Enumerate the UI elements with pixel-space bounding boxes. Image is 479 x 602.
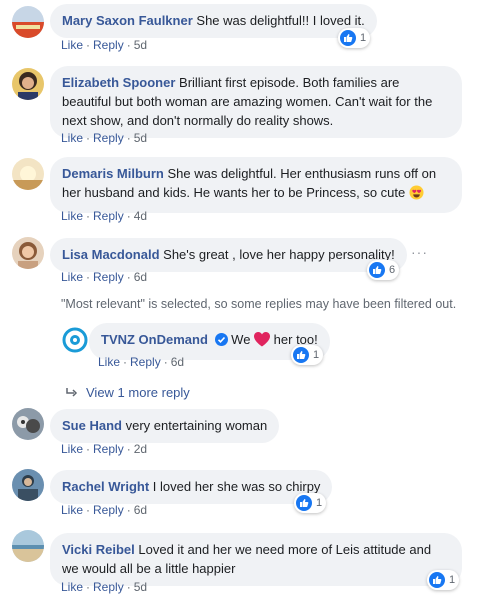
timestamp[interactable]: 5d xyxy=(134,131,147,145)
thumbs-up-icon xyxy=(293,347,309,363)
avatar[interactable] xyxy=(12,6,44,38)
verified-badge-icon xyxy=(214,333,228,346)
comment-actions: Like · Reply · 4d xyxy=(61,209,148,223)
reaction-count-number: 1 xyxy=(449,574,456,586)
reply-text-start: We xyxy=(231,332,251,347)
avatar[interactable] xyxy=(12,68,44,100)
comment-text: She's great , love her happy personality… xyxy=(163,247,395,262)
avatar[interactable] xyxy=(12,530,44,562)
like-link[interactable]: Like xyxy=(61,442,83,456)
timestamp[interactable]: 6d xyxy=(171,355,184,369)
avatar[interactable] xyxy=(12,408,44,440)
comment-actions: Like · Reply · 5d xyxy=(61,131,148,145)
comment-actions: Like · Reply · 5d xyxy=(61,38,148,52)
like-link[interactable]: Like xyxy=(61,209,83,223)
timestamp[interactable]: 6d xyxy=(134,503,147,517)
comment-bubble: Elizabeth Spooner Brilliant first episod… xyxy=(50,66,462,138)
reply-link[interactable]: Reply xyxy=(93,131,124,145)
commenter-name[interactable]: Mary Saxon Faulkner xyxy=(62,13,193,28)
like-link[interactable]: Like xyxy=(98,355,120,369)
comment-actions: Like · Reply · 5d xyxy=(61,580,148,594)
commenter-name[interactable]: TVNZ OnDemand xyxy=(101,332,208,347)
reaction-count[interactable]: 6 xyxy=(367,260,400,280)
reply-arrow-icon xyxy=(66,386,78,401)
comment-bubble: Vicki Reibel Loved it and her we need mo… xyxy=(50,533,462,586)
commenter-name[interactable]: Lisa Macdonald xyxy=(62,247,160,262)
reaction-count[interactable]: 1 xyxy=(291,345,324,365)
comment-text: I loved her she was so chirpy xyxy=(152,479,321,494)
avatar[interactable] xyxy=(12,158,44,190)
timestamp[interactable]: 5d xyxy=(134,38,147,52)
comment-bubble: Lisa Macdonald She's great , love her ha… xyxy=(50,238,407,272)
like-link[interactable]: Like xyxy=(61,38,83,52)
reply-link[interactable]: Reply xyxy=(130,355,161,369)
reaction-count-number: 1 xyxy=(316,497,323,509)
reply-link[interactable]: Reply xyxy=(93,209,124,223)
more-options-button[interactable]: ··· xyxy=(411,244,428,260)
like-link[interactable]: Like xyxy=(61,503,83,517)
heart-eyes-emoji xyxy=(409,185,424,205)
reaction-count[interactable]: 1 xyxy=(338,28,371,48)
reply-link[interactable]: Reply xyxy=(93,442,124,456)
commenter-name[interactable]: Rachel Wright xyxy=(62,479,149,494)
reaction-count-number: 1 xyxy=(360,32,367,44)
thumbs-up-icon xyxy=(340,30,356,46)
thumbs-up-icon xyxy=(429,572,445,588)
reaction-count-number: 1 xyxy=(313,349,320,361)
avatar[interactable] xyxy=(12,237,44,269)
reaction-count[interactable]: 1 xyxy=(427,570,460,590)
timestamp[interactable]: 2d xyxy=(134,442,147,456)
comment-actions: Like · Reply · 6d xyxy=(61,270,148,284)
commenter-name[interactable]: Elizabeth Spooner xyxy=(62,75,175,90)
comment-bubble: Mary Saxon Faulkner She was delightful!!… xyxy=(50,4,377,38)
red-heart-emoji xyxy=(254,332,271,352)
timestamp[interactable]: 6d xyxy=(134,270,147,284)
like-link[interactable]: Like xyxy=(61,131,83,145)
comment-bubble: Sue Hand very entertaining woman xyxy=(50,409,280,443)
reply-link[interactable]: Reply xyxy=(93,38,124,52)
timestamp[interactable]: 4d xyxy=(134,209,147,223)
like-link[interactable]: Like xyxy=(61,580,83,594)
comment-actions: Like · Reply · 2d xyxy=(61,442,148,456)
reply-link[interactable]: Reply xyxy=(93,270,124,284)
view-more-replies-link[interactable]: View 1 more reply xyxy=(66,385,190,401)
commenter-name[interactable]: Vicki Reibel xyxy=(62,542,135,557)
commenter-name[interactable]: Demaris Milburn xyxy=(62,166,164,181)
commenter-name[interactable]: Sue Hand xyxy=(62,418,122,433)
avatar[interactable] xyxy=(62,327,88,353)
comment-text: very entertaining woman xyxy=(125,418,268,433)
reaction-count-number: 6 xyxy=(389,264,396,276)
timestamp[interactable]: 5d xyxy=(134,580,147,594)
view-more-replies-label: View 1 more reply xyxy=(86,385,190,400)
thumbs-up-icon xyxy=(369,262,385,278)
comment-text: She was delightful!! I loved it. xyxy=(196,13,365,28)
reply-link[interactable]: Reply xyxy=(93,503,124,517)
filter-notice: "Most relevant" is selected, so some rep… xyxy=(61,297,457,311)
reaction-count[interactable]: 1 xyxy=(294,493,327,513)
comment-bubble: Demaris Milburn She was delightful. Her … xyxy=(50,157,462,213)
comment-bubble: Rachel Wright I loved her she was so chi… xyxy=(50,470,333,504)
thumbs-up-icon xyxy=(296,495,312,511)
like-link[interactable]: Like xyxy=(61,270,83,284)
avatar[interactable] xyxy=(12,469,44,501)
comment-actions: Like · Reply · 6d xyxy=(61,503,148,517)
reply-actions: Like · Reply · 6d xyxy=(98,355,185,369)
reply-link[interactable]: Reply xyxy=(93,580,124,594)
